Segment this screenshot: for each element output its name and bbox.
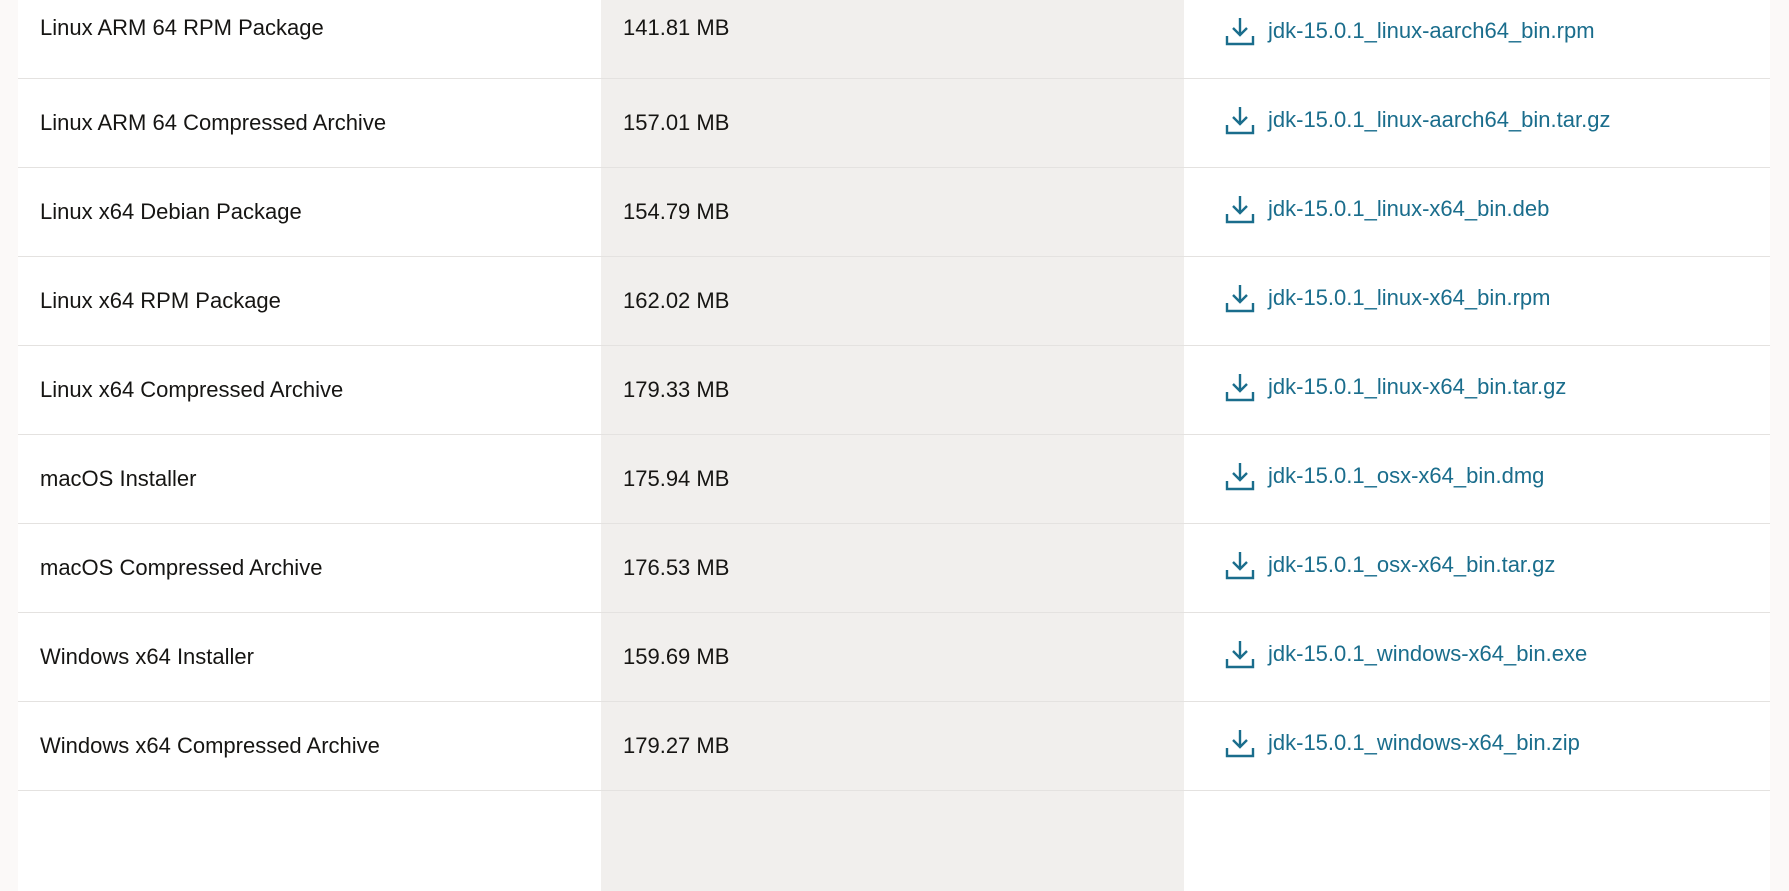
file-size-cell: 159.69 MB — [601, 612, 1184, 702]
tail-column-product — [18, 790, 601, 891]
download-filename: jdk-15.0.1_linux-x64_bin.tar.gz — [1268, 373, 1567, 399]
download-icon — [1225, 373, 1255, 401]
download-icon — [1225, 551, 1255, 579]
file-size-cell: 176.53 MB — [601, 523, 1184, 613]
download-cell: jdk-15.0.1_osx-x64_bin.tar.gz — [1184, 523, 1770, 613]
table-row: Linux x64 RPM Package 162.02 MB jdk-15.0… — [18, 256, 1770, 346]
download-cell: jdk-15.0.1_linux-x64_bin.tar.gz — [1184, 345, 1770, 435]
download-icon — [1225, 106, 1255, 134]
product-cell: Windows x64 Compressed Archive — [18, 701, 601, 791]
table-row: Windows x64 Installer 159.69 MB jdk-15.0… — [18, 612, 1770, 702]
download-link[interactable]: jdk-15.0.1_windows-x64_bin.zip — [1224, 727, 1580, 759]
download-link[interactable]: jdk-15.0.1_osx-x64_bin.tar.gz — [1224, 549, 1555, 581]
download-icon — [1225, 195, 1255, 223]
download-link[interactable]: jdk-15.0.1_osx-x64_bin.dmg — [1224, 460, 1544, 492]
download-link[interactable]: jdk-15.0.1_linux-aarch64_bin.tar.gz — [1224, 104, 1610, 136]
product-cell: Linux x64 RPM Package — [18, 256, 601, 346]
file-size-cell: 179.27 MB — [601, 701, 1184, 791]
download-cell: jdk-15.0.1_linux-x64_bin.deb — [1184, 167, 1770, 257]
download-filename: jdk-15.0.1_osx-x64_bin.dmg — [1268, 462, 1545, 488]
product-cell: Windows x64 Installer — [18, 612, 601, 702]
download-icon — [1225, 640, 1255, 668]
downloads-table-body: Linux ARM 64 RPM Package 141.81 MB jdk-1… — [18, 0, 1770, 791]
tail-column-download — [1184, 790, 1770, 891]
table-row: Linux ARM 64 Compressed Archive 157.01 M… — [18, 78, 1770, 168]
table-row: Linux x64 Debian Package 154.79 MB jdk-1… — [18, 167, 1770, 257]
product-cell: Linux ARM 64 RPM Package — [18, 0, 601, 79]
download-link[interactable]: jdk-15.0.1_linux-aarch64_bin.rpm — [1224, 15, 1595, 47]
download-icon — [1225, 284, 1255, 312]
file-size-cell: 157.01 MB — [601, 78, 1184, 168]
table-row: Linux x64 Compressed Archive 179.33 MB j… — [18, 345, 1770, 435]
product-cell: macOS Installer — [18, 434, 601, 524]
download-link[interactable]: jdk-15.0.1_linux-x64_bin.rpm — [1224, 282, 1551, 314]
file-size-cell: 154.79 MB — [601, 167, 1184, 257]
download-cell: jdk-15.0.1_linux-aarch64_bin.rpm — [1184, 0, 1770, 79]
table-row: macOS Compressed Archive 176.53 MB jdk-1… — [18, 523, 1770, 613]
product-cell: Linux ARM 64 Compressed Archive — [18, 78, 601, 168]
download-icon — [1225, 462, 1255, 490]
download-link[interactable]: jdk-15.0.1_windows-x64_bin.exe — [1224, 638, 1587, 670]
file-size-cell: 141.81 MB — [601, 0, 1184, 79]
downloads-table: Linux ARM 64 RPM Package 141.81 MB jdk-1… — [18, 0, 1770, 791]
file-size-cell: 179.33 MB — [601, 345, 1184, 435]
download-icon — [1225, 729, 1255, 757]
product-cell: Linux x64 Compressed Archive — [18, 345, 601, 435]
download-cell: jdk-15.0.1_linux-x64_bin.rpm — [1184, 256, 1770, 346]
download-filename: jdk-15.0.1_windows-x64_bin.zip — [1268, 729, 1580, 755]
download-cell: jdk-15.0.1_windows-x64_bin.exe — [1184, 612, 1770, 702]
download-link[interactable]: jdk-15.0.1_linux-x64_bin.deb — [1224, 193, 1549, 225]
table-row: Linux ARM 64 RPM Package 141.81 MB jdk-1… — [18, 0, 1770, 79]
product-cell: Linux x64 Debian Package — [18, 167, 601, 257]
table-row: Windows x64 Compressed Archive 179.27 MB… — [18, 701, 1770, 791]
download-cell: jdk-15.0.1_osx-x64_bin.dmg — [1184, 434, 1770, 524]
download-filename: jdk-15.0.1_linux-x64_bin.rpm — [1268, 284, 1551, 310]
download-cell: jdk-15.0.1_linux-aarch64_bin.tar.gz — [1184, 78, 1770, 168]
download-filename: jdk-15.0.1_linux-aarch64_bin.rpm — [1268, 18, 1595, 43]
download-filename: jdk-15.0.1_linux-x64_bin.deb — [1268, 195, 1550, 221]
file-size-cell: 162.02 MB — [601, 256, 1184, 346]
tail-column-size — [601, 790, 1184, 891]
download-link[interactable]: jdk-15.0.1_linux-x64_bin.tar.gz — [1224, 371, 1566, 403]
download-filename: jdk-15.0.1_windows-x64_bin.exe — [1268, 640, 1588, 666]
product-cell: macOS Compressed Archive — [18, 523, 601, 613]
file-size-cell: 175.94 MB — [601, 434, 1184, 524]
download-filename: jdk-15.0.1_linux-aarch64_bin.tar.gz — [1268, 106, 1611, 132]
download-cell: jdk-15.0.1_windows-x64_bin.zip — [1184, 701, 1770, 791]
download-filename: jdk-15.0.1_osx-x64_bin.tar.gz — [1268, 551, 1556, 577]
table-bottom-strip — [18, 790, 1770, 891]
download-icon — [1225, 18, 1255, 46]
downloads-table-container: Linux ARM 64 RPM Package 141.81 MB jdk-1… — [18, 0, 1770, 891]
table-row: macOS Installer 175.94 MB jdk-15.0.1_osx… — [18, 434, 1770, 524]
